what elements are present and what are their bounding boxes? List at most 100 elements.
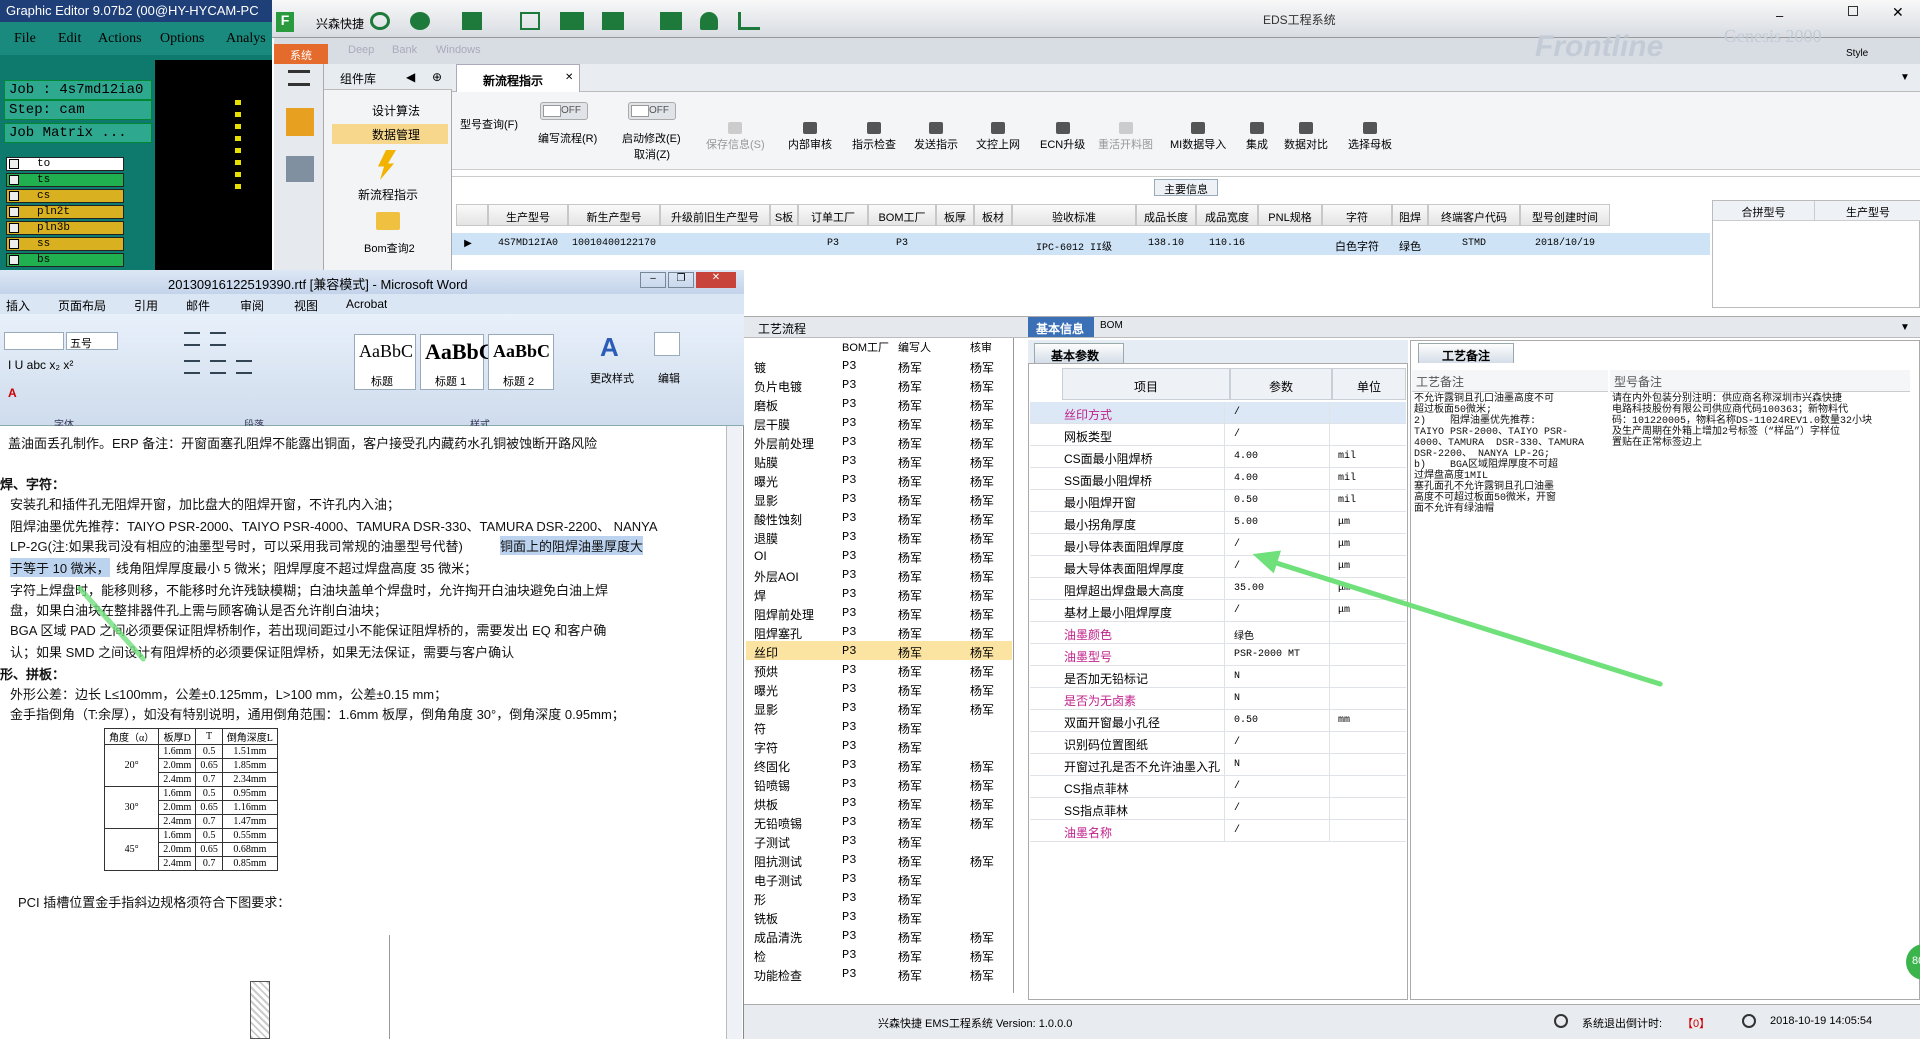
params-col-unit[interactable]: 单位	[1332, 368, 1406, 400]
grid-cell[interactable]: STMD	[1428, 234, 1520, 254]
menu-file[interactable]: File	[14, 31, 36, 47]
tab-page-layout[interactable]: 页面布局	[58, 297, 106, 314]
globe-icon[interactable]	[410, 12, 430, 30]
bullets-icon[interactable]	[184, 332, 200, 346]
font-name-select[interactable]	[4, 332, 64, 350]
tab-system[interactable]: 系统	[274, 44, 328, 64]
grid-header[interactable]: 升级前旧生产型号	[660, 204, 770, 226]
list-item[interactable]: 铅喷锡 P3 杨军 杨军	[746, 774, 1012, 793]
ecn-upgrade-button[interactable]: ECN升级	[1040, 122, 1085, 152]
arrow-left-icon[interactable]: ◀	[406, 70, 415, 84]
subscript-icon[interactable]: x₂	[49, 358, 63, 372]
job-matrix-button[interactable]: Job Matrix ...	[4, 123, 152, 143]
grid-cell[interactable]: 110.16	[1196, 234, 1258, 254]
tab-bom[interactable]: BOM	[1100, 320, 1123, 331]
align-left-icon[interactable]	[184, 360, 200, 374]
tab-basic-params[interactable]: 基本参数	[1034, 343, 1124, 363]
comp-data-management[interactable]: 数据管理	[332, 124, 448, 144]
save-info-button[interactable]: 保存信息(S)	[706, 122, 765, 152]
params-col-value[interactable]: 参数	[1230, 368, 1332, 400]
list-item[interactable]: 曝光 P3 杨军 杨军	[746, 470, 1012, 489]
doc-online-button[interactable]: 文控上网	[976, 122, 1020, 152]
list-item[interactable]: 预烘 P3 杨军 杨军	[746, 660, 1012, 679]
list-item[interactable]: 烘板 P3 杨军 杨军	[746, 793, 1012, 812]
scissors-icon[interactable]	[520, 12, 540, 30]
data-compare-button[interactable]: 数据对比	[1284, 122, 1328, 152]
folder-icon[interactable]	[376, 212, 400, 230]
close-button[interactable]: ✕	[1892, 4, 1904, 21]
layer-bs[interactable]: bs	[6, 253, 124, 267]
grid-cell[interactable]: 白色字符	[1322, 234, 1392, 254]
list-item[interactable]: 焊 P3 杨军 杨军	[746, 584, 1012, 603]
list-item[interactable]: 外层AOI P3 杨军 杨军	[746, 565, 1012, 584]
machine-icon[interactable]	[286, 156, 314, 182]
list-item[interactable]: 子测试 P3 杨军	[746, 831, 1012, 850]
font-color-icon[interactable]: A	[8, 386, 28, 402]
list-item[interactable]: 无铅喷锡 P3 杨军 杨军	[746, 812, 1012, 831]
job-field[interactable]: Job : 4s7md12ia0	[4, 80, 152, 100]
grid-header[interactable]: 板材	[974, 204, 1012, 226]
grid-cell[interactable]: 2018/10/19	[1520, 234, 1610, 254]
grid-header[interactable]: 订单工厂	[798, 204, 868, 226]
list-item[interactable]: 形 P3 杨军	[746, 888, 1012, 907]
table-row[interactable]: 网板类型 /	[1030, 424, 1406, 446]
find-icon[interactable]	[654, 332, 680, 356]
search-icon[interactable]	[370, 12, 390, 30]
table-row[interactable]: 双面开窗最小孔径 0.50 mm	[1030, 710, 1406, 732]
list-item[interactable]: 成品清洗 P3 杨军 杨军	[746, 926, 1012, 945]
tab-mailings[interactable]: 邮件	[186, 297, 210, 314]
superscript-icon[interactable]: x²	[63, 358, 73, 372]
params-col-item[interactable]: 项目	[1062, 368, 1230, 400]
menu-icon[interactable]	[288, 70, 310, 86]
align-center-icon[interactable]	[210, 360, 226, 374]
table-row[interactable]: 油墨型号 PSR-2000 MT	[1030, 644, 1406, 666]
tab-process-remark[interactable]: 工艺备注	[1418, 343, 1514, 363]
grid-cell[interactable]: P3	[868, 234, 936, 254]
bom-query-shortcut[interactable]: Bom查询2	[364, 240, 415, 256]
menu-edit[interactable]: Edit	[58, 31, 81, 47]
model-remark-text[interactable]: 请在内外包装分别注明：供应商名称深圳市兴森快捷 电路科技股份有限公司供应商代码1…	[1612, 394, 1872, 449]
comp-design-algorithm[interactable]: 设计算法	[332, 100, 448, 120]
merge-header[interactable]: 合拼型号	[1713, 201, 1815, 221]
tab-dropdown-icon[interactable]: ▼	[1900, 72, 1910, 83]
list-item[interactable]: 外层前处理 P3 杨军 杨军	[746, 432, 1012, 451]
word-scrollbar[interactable]	[726, 426, 742, 1039]
proc-header[interactable]: 编写人	[898, 339, 931, 355]
table-row[interactable]: 油墨名称 /	[1030, 820, 1406, 842]
step-field[interactable]: Step: cam	[4, 100, 152, 120]
strike-icon[interactable]: abc	[27, 358, 50, 372]
list-item[interactable]: 丝印 P3 杨军 杨军	[746, 641, 1012, 660]
tab-view[interactable]: 视图	[294, 297, 318, 314]
maximize-button[interactable]	[1848, 6, 1858, 16]
internal-review-button[interactable]: 内部审核	[788, 122, 832, 152]
list-item[interactable]: 镀 P3 杨军 杨军	[746, 356, 1012, 375]
align-right-icon[interactable]	[236, 360, 252, 374]
process-remark-text[interactable]: 不允许露铜且孔口油墨高度不可 超过板面50微米; 2) 阻焊油墨优先推荐: TA…	[1414, 394, 1584, 515]
tab-insert[interactable]: 插入	[6, 297, 30, 314]
underline-icon[interactable]: U	[15, 358, 27, 372]
list-item[interactable]: 符 P3 杨军	[746, 717, 1012, 736]
grid-header[interactable]: 终端客户代码	[1428, 204, 1520, 226]
proc-header[interactable]: 核审	[970, 339, 992, 355]
edit-flow-toggle[interactable]: OFF	[540, 102, 588, 120]
grid-header[interactable]: PNL规格	[1258, 204, 1322, 226]
film-icon[interactable]	[560, 12, 584, 30]
proc-header[interactable]: BOM工厂	[842, 339, 889, 355]
new-flow-shortcut[interactable]: 新流程指示	[358, 186, 418, 203]
table-row[interactable]: 最小拐角厚度 5.00 μm	[1030, 512, 1406, 534]
numbering-icon[interactable]	[210, 332, 226, 346]
grid-header[interactable]: 生产型号	[488, 204, 568, 226]
list-item[interactable]: 功能检查 P3 杨军 杨军	[746, 964, 1012, 983]
table-row[interactable]: CS面最小阻焊桥 4.00 mil	[1030, 446, 1406, 468]
grid-cell[interactable]: 4S7MD12IA0	[488, 234, 568, 254]
table-row[interactable]: 是否加无铅标记 N	[1030, 666, 1406, 688]
grid-header[interactable]: 成品宽度	[1196, 204, 1258, 226]
close-button[interactable]: ✕	[696, 272, 736, 288]
tab-process-flow[interactable]: 工艺流程	[752, 316, 818, 338]
restore-button[interactable]: ❐	[668, 272, 694, 288]
change-style-icon[interactable]: A	[600, 332, 626, 362]
grid-header[interactable]: 字符	[1322, 204, 1392, 226]
edit-button[interactable]: 编辑	[658, 370, 680, 386]
list-item[interactable]: 字符 P3 杨军	[746, 736, 1012, 755]
table-row[interactable]: 识别码位置图纸 /	[1030, 732, 1406, 754]
